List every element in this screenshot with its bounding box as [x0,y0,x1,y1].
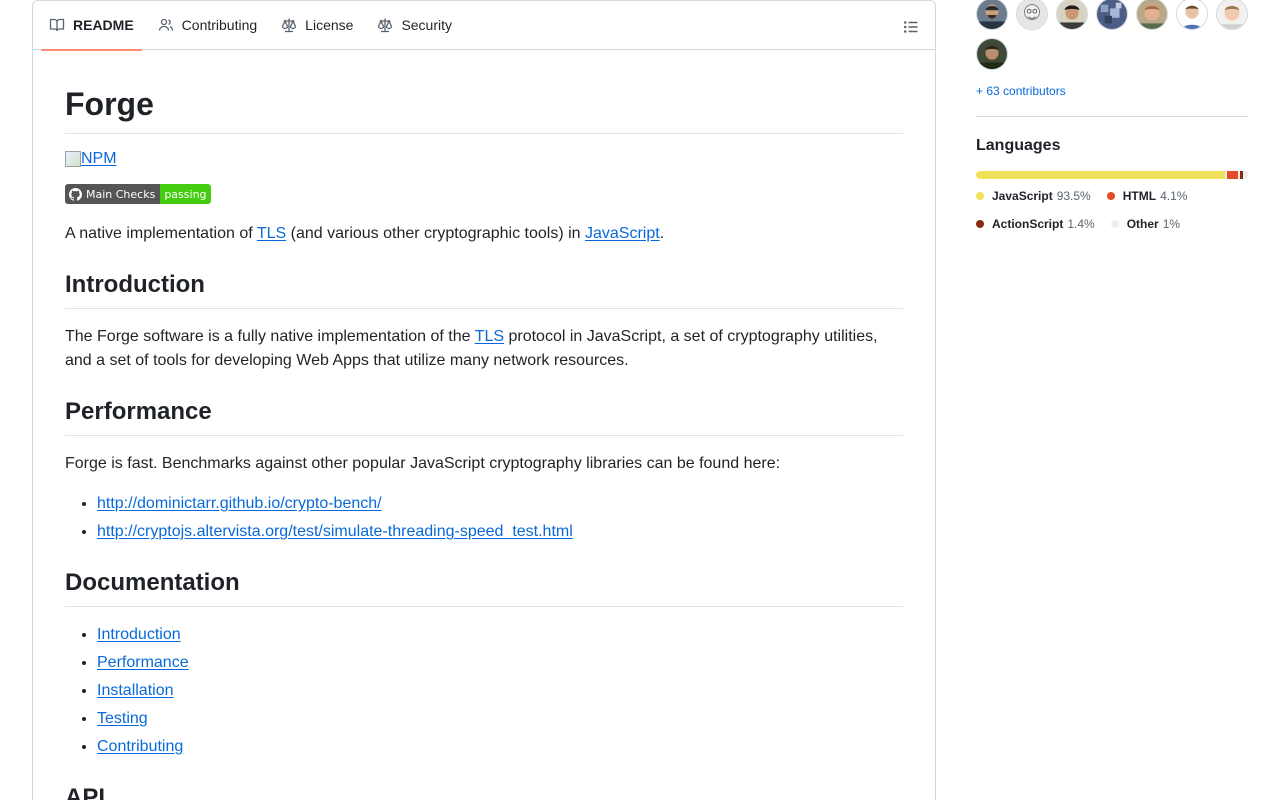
languages-title: Languages [976,137,1061,154]
list-item: Introduction [97,623,903,647]
list-item: http://cryptojs.altervista.org/test/simu… [97,520,903,544]
language-item-html[interactable]: HTML 4.1% [1106,189,1188,203]
introduction-paragraph: The Forge software is a fully native imp… [65,327,878,369]
language-bar [976,171,1248,179]
list-item: Performance [97,651,903,675]
tab-security-label: Security [401,17,453,33]
language-dot-icon [1106,192,1115,200]
tab-readme-label: README [73,17,134,33]
avatar-image [1097,0,1127,29]
language-name: Other [1126,217,1159,231]
list-item: Installation [97,679,903,703]
tab-readme[interactable]: README [41,1,142,51]
tab-security[interactable]: Security [369,1,460,50]
avatar[interactable] [1016,0,1048,30]
npm-badge-alt[interactable]: NPM [81,150,117,168]
language-percent: 1% [1162,217,1181,231]
documentation-links: Introduction Performance Installation Te… [65,623,903,759]
tab-contributing-label: Contributing [181,17,258,33]
language-item-actionscript[interactable]: ActionScript 1.4% [976,217,1095,231]
people-icon [158,18,173,31]
heading-api: API [65,783,903,800]
tls-link[interactable]: TLS [257,225,286,242]
language-dot-icon [976,220,984,228]
broken-image-icon [65,151,81,168]
list-item: Contributing [97,735,903,759]
repo-sidebar: + 63 contributors Languages JavaScript 93… [976,0,1248,231]
readme-tabbar: README Contributing License Security [33,1,935,51]
law-icon [378,18,393,33]
cryptojs-benchmark-link[interactable]: http://cryptojs.altervista.org/test/simu… [97,523,573,540]
heading-introduction: Introduction [65,270,903,309]
avatar[interactable] [976,0,1008,30]
avatar-image [1217,0,1247,29]
crypto-bench-link[interactable]: http://dominictarr.github.io/crypto-benc… [97,495,382,512]
avatar[interactable] [1056,0,1088,30]
intro-paragraph: A native implementation of TLS (and vari… [65,224,665,242]
npm-badge-link[interactable]: NPM [65,150,117,168]
language-name: HTML [1122,189,1157,203]
doc-link-introduction[interactable]: Introduction [97,626,181,643]
language-bar-segment-other [1245,171,1248,179]
avatar-image [977,0,1007,29]
performance-paragraph: Forge is fast. Benchmarks against other … [65,454,781,472]
doc-link-performance[interactable]: Performance [97,654,189,671]
tab-license[interactable]: License [273,1,361,50]
readme-content: Forge NPM Main Checks passing A native i… [33,85,935,800]
avatar[interactable] [1136,0,1168,30]
avatar-image [1057,0,1087,29]
avatar-image [1177,0,1207,29]
tab-contributing[interactable]: Contributing [150,1,266,50]
main-checks-badge[interactable]: Main Checks passing [65,184,211,205]
heading-documentation: Documentation [65,568,903,607]
language-dot-icon [976,192,984,200]
language-item-javascript[interactable]: JavaScript 93.5% [976,189,1091,203]
avatar[interactable] [1176,0,1208,30]
tab-license-label: License [305,17,354,33]
avatar[interactable] [976,38,1008,70]
language-list: JavaScript 93.5% HTML 4.1% ActionScript 1.4% O… [976,189,1248,231]
language-bar-segment-javascript [976,171,1225,179]
page-title: Forge [65,85,903,135]
doc-link-testing[interactable]: Testing [97,710,148,727]
language-name: ActionScript [992,217,1064,231]
avatar[interactable] [1216,0,1248,30]
avatar-image [1017,0,1047,29]
badge-label: Main Checks [86,187,156,201]
badge-status: passing [160,184,211,205]
language-bar-segment-html [1226,171,1238,179]
book-icon [49,18,65,32]
language-bar-segment-actionscript [1239,171,1244,179]
language-item-other[interactable]: Other 1% [1110,217,1181,231]
doc-link-installation[interactable]: Installation [97,682,174,699]
contributor-avatars [976,0,1248,70]
readme-panel: README Contributing License Security For… [32,0,936,800]
avatar[interactable] [1096,0,1128,30]
avatar-image [1137,0,1167,29]
list-item: http://dominictarr.github.io/crypto-benc… [97,492,903,516]
tls-link[interactable]: TLS [475,328,504,345]
github-icon [69,187,82,201]
list-item: Testing [97,707,903,731]
language-name: JavaScript [992,189,1053,203]
language-percent: 93.5% [1056,189,1091,203]
law-icon [282,18,297,33]
doc-link-contributing[interactable]: Contributing [97,738,183,755]
javascript-link[interactable]: JavaScript [585,225,660,242]
heading-performance: Performance [65,397,903,436]
contributors-link[interactable]: + 63 contributors [976,84,1248,98]
sidebar-divider [976,116,1248,117]
list-unordered-icon [903,21,918,33]
language-percent: 4.1% [1160,189,1188,203]
outline-button[interactable] [897,13,925,41]
language-dot-icon [1110,220,1119,228]
language-percent: 1.4% [1067,217,1095,231]
benchmark-links: http://dominictarr.github.io/crypto-benc… [65,492,903,544]
avatar-image [977,39,1007,69]
